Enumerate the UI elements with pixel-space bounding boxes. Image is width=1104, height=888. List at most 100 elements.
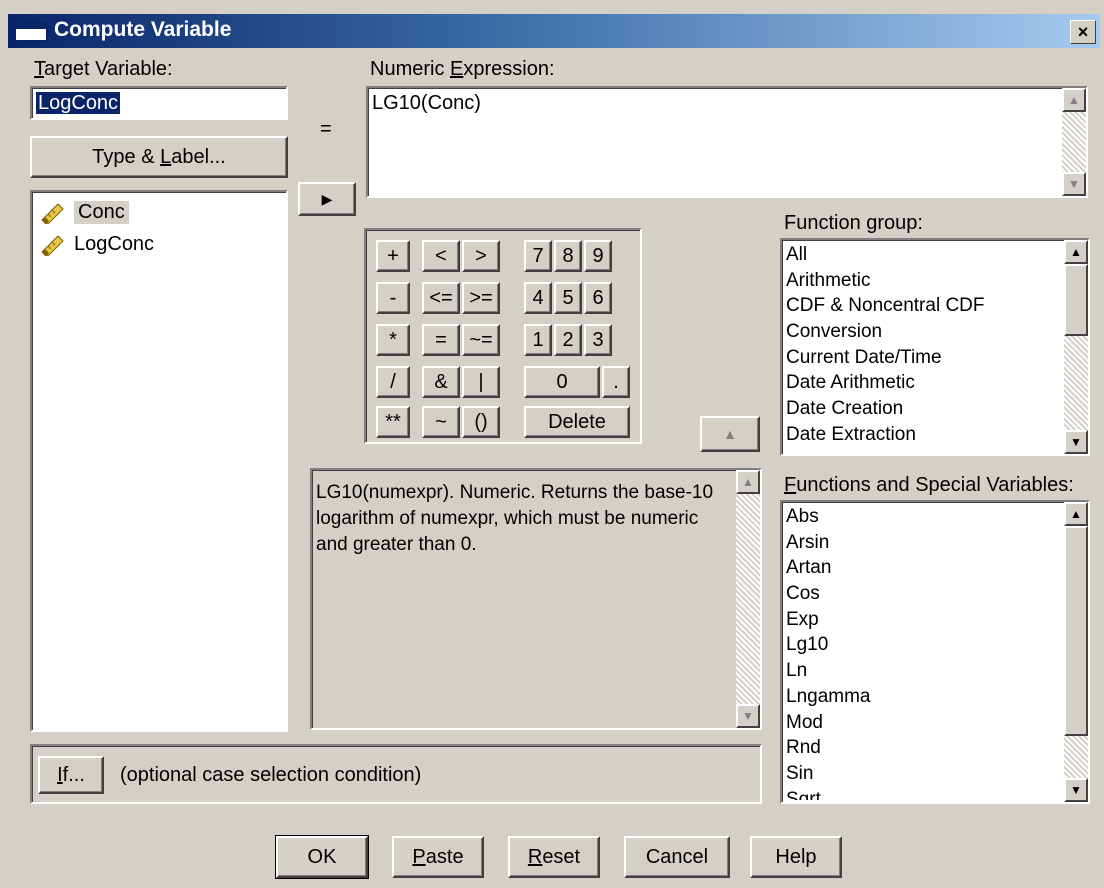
functions-special-item[interactable]: Sqrt bbox=[782, 787, 1062, 800]
functions-special-item[interactable]: Exp bbox=[782, 607, 1062, 633]
functions-special-item[interactable]: Mod bbox=[782, 710, 1062, 736]
reset-button[interactable]: Reset bbox=[508, 836, 600, 878]
arrow-up-icon: ▲ bbox=[723, 426, 737, 442]
scroll-up-icon[interactable]: ▲ bbox=[1064, 240, 1088, 264]
numeric-expression-label: Numeric Expression: bbox=[370, 58, 555, 80]
scroll-thumb[interactable] bbox=[1064, 526, 1088, 736]
help-button[interactable]: Help bbox=[750, 836, 842, 878]
type-label-button-label: Type & Label... bbox=[92, 145, 226, 168]
key-and[interactable]: & bbox=[422, 366, 460, 398]
scale-variable-icon bbox=[40, 232, 66, 258]
type-label-button[interactable]: Type & Label... bbox=[30, 136, 288, 178]
paste-button-label: Paste bbox=[412, 845, 464, 868]
key-7[interactable]: 7 bbox=[524, 240, 552, 272]
key-plus[interactable]: + bbox=[376, 240, 410, 272]
key-parentheses[interactable]: () bbox=[462, 406, 500, 438]
key-4[interactable]: 4 bbox=[524, 282, 552, 314]
key-equal[interactable]: = bbox=[422, 324, 460, 356]
numeric-expression-input[interactable]: LG10(Conc) ▲ ▼ bbox=[366, 86, 1088, 198]
variable-item-logconc[interactable]: LogConc bbox=[40, 230, 154, 258]
target-variable-label: Target Variable: bbox=[34, 58, 173, 80]
scroll-up-icon[interactable]: ▲ bbox=[736, 470, 760, 494]
function-group-list[interactable]: All Arithmetic CDF & Noncentral CDF Convers… bbox=[780, 238, 1090, 456]
key-not[interactable]: ~ bbox=[422, 406, 460, 438]
key-3[interactable]: 3 bbox=[584, 324, 612, 356]
description-scrollbar[interactable]: ▲ ▼ bbox=[736, 470, 760, 728]
functions-special-item[interactable]: Arsin bbox=[782, 530, 1062, 556]
scroll-down-icon[interactable]: ▼ bbox=[736, 704, 760, 728]
function-group-item[interactable]: Date Extraction bbox=[782, 422, 1062, 448]
functions-special-item[interactable]: Rnd bbox=[782, 735, 1062, 761]
if-condition-text: (optional case selection condition) bbox=[120, 764, 422, 786]
close-icon: × bbox=[1077, 22, 1089, 42]
scroll-up-icon[interactable]: ▲ bbox=[1062, 88, 1086, 112]
numeric-expression-value: LG10(Conc) bbox=[372, 92, 481, 114]
if-button[interactable]: If... bbox=[38, 756, 104, 794]
key-not-equal[interactable]: ~= bbox=[462, 324, 500, 356]
variable-item-conc[interactable]: Conc bbox=[40, 198, 129, 226]
insert-function-button[interactable]: ▲ bbox=[700, 416, 760, 452]
cancel-button[interactable]: Cancel bbox=[624, 836, 730, 878]
function-group-item[interactable]: Current Date/Time bbox=[782, 345, 1062, 371]
functions-special-item[interactable]: Ln bbox=[782, 658, 1062, 684]
functions-special-item[interactable]: Lg10 bbox=[782, 632, 1062, 658]
scroll-down-icon[interactable]: ▼ bbox=[1064, 430, 1088, 454]
scroll-thumb[interactable] bbox=[1064, 264, 1088, 336]
functions-special-item[interactable]: Cos bbox=[782, 581, 1062, 607]
key-divide[interactable]: / bbox=[376, 366, 410, 398]
key-1[interactable]: 1 bbox=[524, 324, 552, 356]
functions-special-item[interactable]: Lngamma bbox=[782, 684, 1062, 710]
close-button[interactable]: × bbox=[1070, 20, 1096, 44]
function-description-box: LG10(numexpr). Numeric. Returns the base… bbox=[310, 468, 762, 730]
variable-list[interactable]: Conc LogConc bbox=[30, 190, 288, 732]
function-group-items: All Arithmetic CDF & Noncentral CDF Convers… bbox=[782, 242, 1062, 452]
variable-name: LogConc bbox=[74, 232, 155, 255]
key-2[interactable]: 2 bbox=[554, 324, 582, 356]
key-greater-equal[interactable]: >= bbox=[462, 282, 500, 314]
functions-special-items: Abs Arsin Artan Cos Exp Lg10 Ln Lngamma Mod Rnd Si… bbox=[782, 504, 1062, 800]
key-delete[interactable]: Delete bbox=[524, 406, 630, 438]
key-9[interactable]: 9 bbox=[584, 240, 612, 272]
cancel-button-label: Cancel bbox=[645, 845, 709, 868]
key-8[interactable]: 8 bbox=[554, 240, 582, 272]
key-0[interactable]: 0 bbox=[524, 366, 600, 398]
key-5[interactable]: 5 bbox=[554, 282, 582, 314]
functions-special-item[interactable]: Abs bbox=[782, 504, 1062, 530]
function-group-scrollbar[interactable]: ▲ ▼ bbox=[1064, 240, 1088, 454]
scroll-down-icon[interactable]: ▼ bbox=[1064, 778, 1088, 802]
move-to-expression-button[interactable]: ▶ bbox=[298, 182, 356, 216]
if-button-label: If... bbox=[57, 763, 85, 786]
function-group-item[interactable]: Date Creation bbox=[782, 396, 1062, 422]
function-group-item[interactable]: Inverse DF bbox=[782, 448, 1062, 453]
expression-scrollbar[interactable]: ▲ ▼ bbox=[1062, 88, 1086, 196]
key-multiply[interactable]: * bbox=[376, 324, 410, 356]
scroll-down-icon[interactable]: ▼ bbox=[1062, 172, 1086, 196]
key-less-equal[interactable]: <= bbox=[422, 282, 460, 314]
function-group-label: Function group: bbox=[784, 212, 923, 234]
target-variable-input[interactable]: LogConc bbox=[30, 86, 288, 120]
variable-name: Conc bbox=[74, 200, 129, 224]
key-6[interactable]: 6 bbox=[584, 282, 612, 314]
function-group-item[interactable]: Conversion bbox=[782, 319, 1062, 345]
key-minus[interactable]: - bbox=[376, 282, 410, 314]
function-group-item[interactable]: Arithmetic bbox=[782, 268, 1062, 294]
functions-special-list[interactable]: Abs Arsin Artan Cos Exp Lg10 Ln Lngamma Mod Rnd Si… bbox=[780, 500, 1090, 804]
function-group-item[interactable]: CDF & Noncentral CDF bbox=[782, 293, 1062, 319]
key-greater-than[interactable]: > bbox=[462, 240, 500, 272]
key-power[interactable]: ** bbox=[376, 406, 410, 438]
paste-button[interactable]: Paste bbox=[392, 836, 484, 878]
functions-special-item[interactable]: Artan bbox=[782, 555, 1062, 581]
help-button-label: Help bbox=[775, 845, 817, 868]
title-bar[interactable]: Compute Variable bbox=[8, 14, 1100, 48]
window-icon bbox=[14, 22, 48, 42]
key-or[interactable]: | bbox=[462, 366, 500, 398]
functions-special-scrollbar[interactable]: ▲ ▼ bbox=[1064, 502, 1088, 802]
compute-variable-dialog: Compute Variable × Target Variable: LogC… bbox=[0, 0, 1104, 888]
function-group-item[interactable]: Date Arithmetic bbox=[782, 370, 1062, 396]
function-group-item[interactable]: All bbox=[782, 242, 1062, 268]
functions-special-item[interactable]: Sin bbox=[782, 761, 1062, 787]
key-less-than[interactable]: < bbox=[422, 240, 460, 272]
ok-button[interactable]: OK bbox=[275, 835, 369, 879]
key-decimal[interactable]: . bbox=[602, 366, 630, 398]
scroll-up-icon[interactable]: ▲ bbox=[1064, 502, 1088, 526]
